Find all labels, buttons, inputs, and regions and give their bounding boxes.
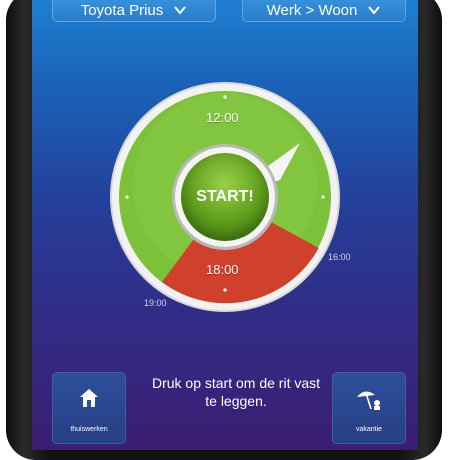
time-label-top: 12:00 [206, 110, 239, 125]
time-label-right: 16:00 [328, 252, 351, 262]
phone-frame: Toyota Prius Werk > Woon 12:00 18:00 16:… [0, 0, 450, 460]
dial-tick-bottom [223, 288, 227, 292]
vacation-caption: vakantie [355, 426, 383, 433]
work-from-home-button[interactable]: thuiswerken [52, 372, 126, 444]
time-label-bottom: 18:00 [206, 262, 239, 277]
dial-tick-right [321, 195, 325, 199]
dial-tick-top [223, 95, 227, 99]
dial-tick-left [125, 195, 129, 199]
start-button[interactable]: START! [175, 147, 275, 247]
app-screen: Toyota Prius Werk > Woon 12:00 18:00 16:… [32, 0, 418, 450]
beach-umbrella-icon [357, 391, 380, 410]
instruction-text: Druk op start om de rit vast te leggen. [151, 375, 321, 409]
house-icon [80, 389, 98, 407]
time-label-left: 19:00 [144, 298, 167, 308]
vacation-button[interactable]: vakantie [332, 372, 406, 444]
work-from-home-caption: thuiswerken [70, 426, 108, 433]
